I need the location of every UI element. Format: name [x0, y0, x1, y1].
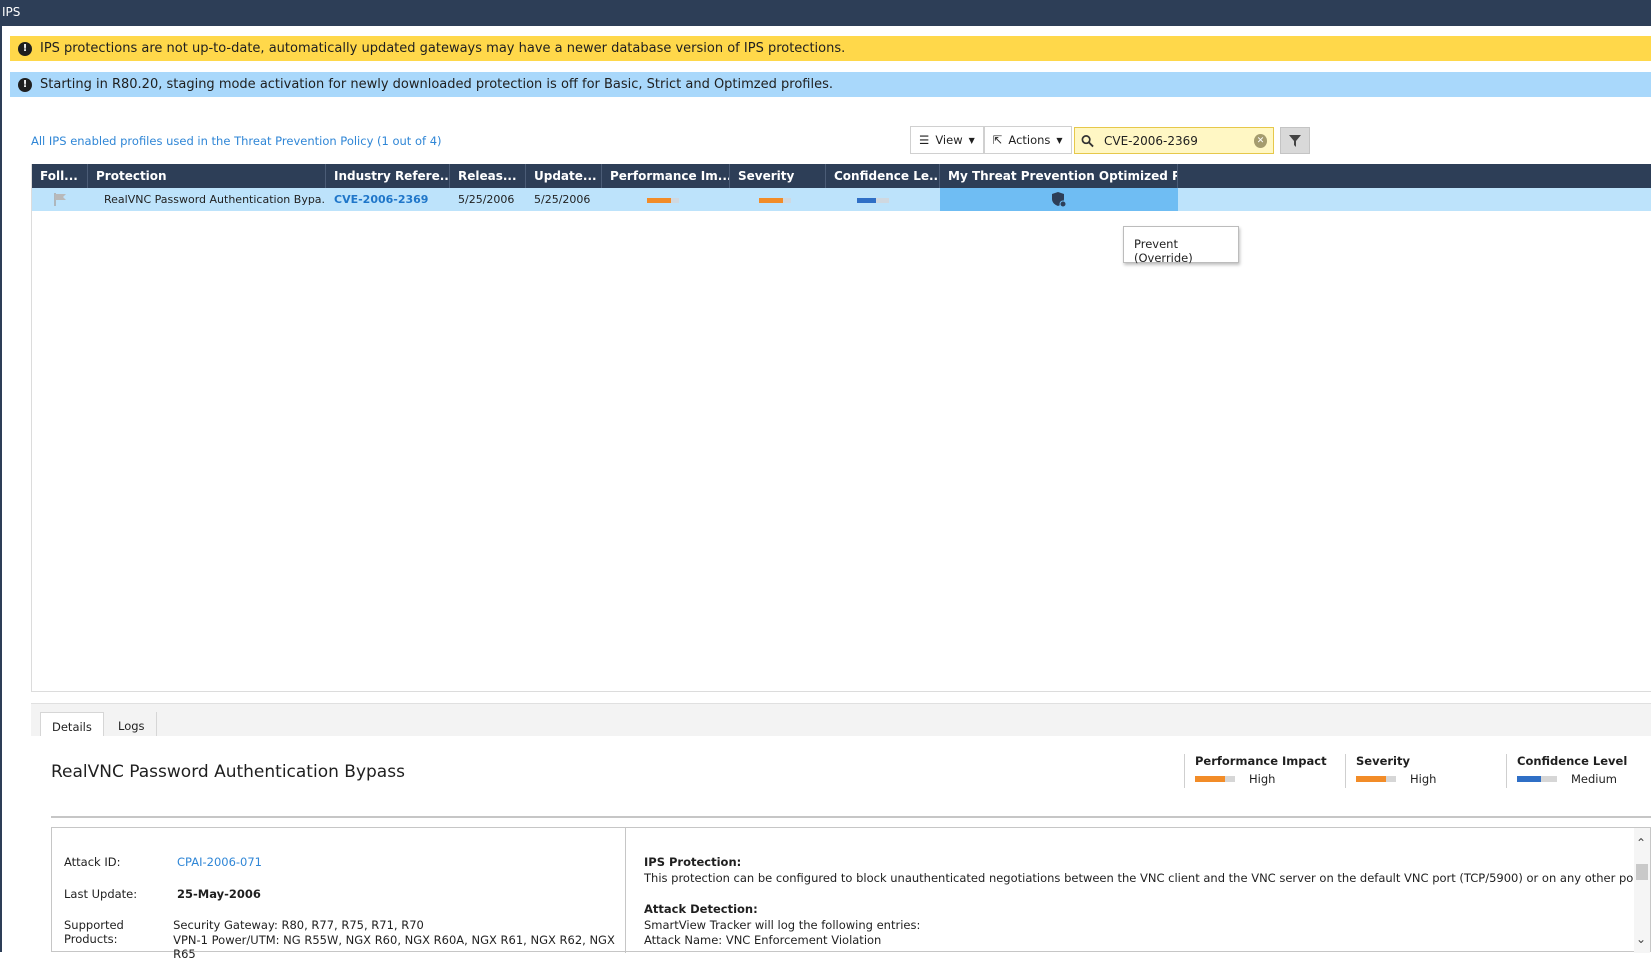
column-profile[interactable]: My Threat Prevention Optimized Profile: [940, 164, 1178, 188]
info-left-pane: Attack ID: CPAI-2006-071 Last Update: 25…: [52, 828, 626, 961]
confidence-cell: [826, 188, 940, 211]
window-title: IPS: [0, 0, 1651, 26]
severity-bar: [759, 198, 791, 203]
performance-label: Performance Impact: [1195, 754, 1327, 768]
attack-id-label: Attack ID:: [64, 855, 121, 869]
industry-reference-link[interactable]: CVE-2006-2369: [326, 188, 450, 211]
last-update-value: 25-May-2006: [177, 887, 261, 901]
scroll-up-icon[interactable]: ⌃: [1636, 836, 1646, 850]
column-confidence[interactable]: Confidence Le...: [826, 164, 940, 188]
column-performance[interactable]: Performance Im...: [602, 164, 730, 188]
table-row[interactable]: RealVNC Password Authentication Bypa... …: [32, 188, 1651, 211]
attack-detection-heading: Attack Detection:: [644, 902, 758, 916]
actions-button[interactable]: ⇱ Actions ▼: [983, 126, 1072, 154]
supported-products-row: Supported Products: Security Gateway: R8…: [64, 918, 625, 961]
info-banner: ! Starting in R80.20, staging mode activ…: [10, 72, 1651, 97]
scrollbar[interactable]: ⌃ ⌄: [1634, 828, 1650, 953]
supported-line-2: VPN-1 Power/UTM: NG R55W, NGX R60, NGX R…: [173, 933, 615, 961]
grid-header: Foll... Protection Industry Refere... Re…: [32, 164, 1651, 188]
menu-icon: ☰: [919, 133, 930, 147]
warning-text: IPS protections are not up-to-date, auto…: [40, 41, 846, 56]
last-update-row: Last Update: 25-May-2006: [64, 887, 261, 901]
tab-details[interactable]: Details: [40, 712, 104, 738]
attack-name-text: Attack Name: VNC Enforcement Violation: [644, 933, 882, 947]
attack-detection-text: SmartView Tracker will log the following…: [644, 918, 921, 932]
column-industry-reference[interactable]: Industry Refere...: [326, 164, 450, 188]
scroll-thumb[interactable]: [1636, 864, 1648, 880]
last-update-label: Last Update:: [64, 887, 138, 901]
ips-protection-text: This protection can be configured to blo…: [644, 871, 1643, 885]
protections-grid: Foll... Protection Industry Refere... Re…: [31, 164, 1651, 692]
performance-value: High: [1249, 772, 1276, 786]
exclamation-icon: !: [18, 77, 32, 92]
column-follow[interactable]: Foll...: [32, 164, 88, 188]
profile-action-cell[interactable]: [940, 188, 1178, 211]
search-icon: [1081, 134, 1094, 147]
details-panel: RealVNC Password Authentication Bypass P…: [31, 736, 1651, 961]
severity-label: Severity: [1356, 754, 1410, 768]
export-icon: ⇱: [992, 133, 1003, 147]
exclamation-icon: !: [18, 41, 32, 56]
chevron-down-icon: ▼: [968, 135, 975, 145]
confidence-meter-bar: [1517, 776, 1557, 782]
info-text: Starting in R80.20, staging mode activat…: [40, 77, 833, 92]
confidence-value: Medium: [1571, 772, 1617, 786]
performance-cell: [602, 188, 730, 211]
view-label: View: [935, 133, 963, 147]
column-release[interactable]: Releas...: [450, 164, 526, 188]
supported-label: Supported Products:: [64, 918, 124, 946]
protection-title: RealVNC Password Authentication Bypass: [51, 762, 405, 782]
filter-icon: [1289, 134, 1301, 147]
action-tooltip: Prevent (Override): [1123, 226, 1239, 265]
column-severity[interactable]: Severity: [730, 164, 826, 188]
clear-search-icon[interactable]: ✕: [1254, 133, 1267, 148]
attack-id-link[interactable]: CPAI-2006-071: [177, 855, 262, 869]
confidence-meter: Confidence Level Medium: [1506, 754, 1627, 788]
search-input[interactable]: [1104, 133, 1244, 148]
supported-line-1: Security Gateway: R80, R77, R75, R71, R7…: [173, 918, 424, 932]
filter-button[interactable]: [1280, 127, 1310, 154]
ips-protection-heading: IPS Protection:: [644, 855, 742, 869]
update-date: 5/25/2006: [534, 193, 591, 206]
confidence-bar: [857, 198, 889, 203]
follow-flag-icon[interactable]: [32, 188, 88, 211]
severity-cell: [730, 188, 826, 211]
confidence-label: Confidence Level: [1517, 754, 1628, 768]
performance-bar: [647, 198, 679, 203]
severity-meter: Severity High: [1345, 754, 1436, 788]
prevent-shield-icon: [1052, 192, 1067, 208]
profiles-link[interactable]: All IPS enabled profiles used in the Thr…: [31, 134, 442, 148]
search-box: ✕: [1074, 127, 1274, 154]
scroll-down-icon[interactable]: ⌄: [1636, 932, 1646, 946]
tab-logs[interactable]: Logs: [107, 712, 157, 738]
info-box: Attack ID: CPAI-2006-071 Last Update: 25…: [51, 827, 1651, 961]
toolbar: ☰ View ▼ ⇱ Actions ▼: [910, 126, 1072, 154]
severity-meter-bar: [1356, 776, 1396, 782]
window-border: [0, 26, 2, 952]
column-protection[interactable]: Protection: [88, 164, 326, 188]
severity-value: High: [1410, 772, 1437, 786]
protection-name: RealVNC Password Authentication Bypa...: [104, 193, 326, 206]
divider: [51, 816, 1651, 818]
actions-label: Actions: [1008, 133, 1051, 147]
supported-values: Security Gateway: R80, R77, R75, R71, R7…: [173, 918, 625, 961]
protection-cell: RealVNC Password Authentication Bypa...: [88, 188, 326, 211]
release-date: 5/25/2006: [458, 193, 515, 206]
column-update[interactable]: Update...: [526, 164, 602, 188]
warning-banner: ! IPS protections are not up-to-date, au…: [10, 36, 1651, 61]
performance-meter-bar: [1195, 776, 1235, 782]
performance-meter: Performance Impact High: [1184, 754, 1327, 788]
chevron-down-icon: ▼: [1056, 135, 1063, 145]
detail-tabs: Details Logs: [31, 703, 1651, 738]
view-button[interactable]: ☰ View ▼: [910, 126, 984, 154]
attack-id-row: Attack ID: CPAI-2006-071: [64, 855, 262, 869]
